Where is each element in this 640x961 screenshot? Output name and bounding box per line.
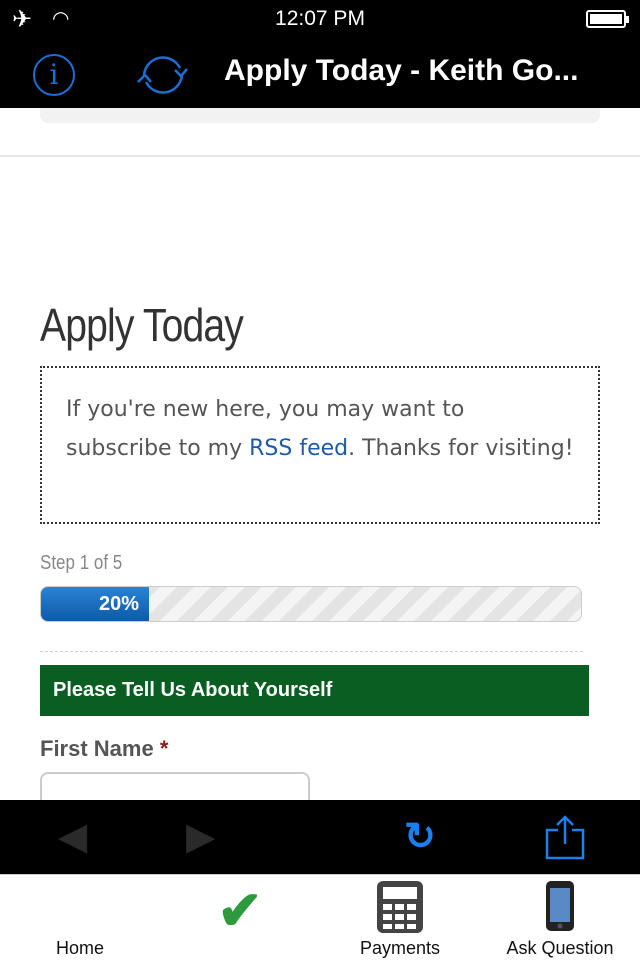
tab-apply[interactable]: ✔ xyxy=(160,875,320,961)
required-mark: * xyxy=(159,736,169,761)
divider xyxy=(0,155,640,157)
browser-toolbar: ◀ ▶ ↻ xyxy=(0,800,640,874)
rss-notice: If you're new here, you may want to subs… xyxy=(40,366,600,524)
phone-icon xyxy=(546,881,574,931)
checkmark-icon: ✔ xyxy=(217,881,263,941)
back-icon[interactable]: ◀ xyxy=(58,814,87,859)
divider xyxy=(40,651,583,652)
info-icon[interactable]: i xyxy=(33,54,75,96)
tab-label: Payments xyxy=(359,938,441,958)
tab-bar: Home ✔ Payments Ask Question xyxy=(0,874,640,960)
tab-ask-question[interactable]: Ask Question xyxy=(480,875,640,961)
section-header: Please Tell Us About Yourself xyxy=(40,665,589,716)
header-bar xyxy=(40,108,600,123)
first-name-label: First Name * xyxy=(40,736,168,762)
progress-bar: 20% xyxy=(40,586,582,622)
tab-payments[interactable]: Payments xyxy=(320,875,480,961)
forward-icon[interactable]: ▶ xyxy=(186,814,215,859)
progress-fill: 20% xyxy=(41,587,149,621)
status-bar: ✈ ◠ 12:07 PM xyxy=(0,0,640,40)
reload-icon[interactable]: ↻ xyxy=(404,814,436,859)
first-name-text: First Name xyxy=(40,736,154,761)
share-icon[interactable] xyxy=(544,814,586,860)
first-name-input[interactable] xyxy=(40,772,310,800)
tab-label: Ask Question xyxy=(506,938,614,958)
web-content[interactable]: Apply Today If you're new here, you may … xyxy=(0,108,640,800)
notice-text-end: . Thanks for visiting! xyxy=(348,436,574,461)
battery-icon xyxy=(586,10,629,28)
step-indicator: Step 1 of 5 xyxy=(40,552,123,574)
tab-home[interactable]: Home xyxy=(0,875,160,961)
rss-feed-link[interactable]: RSS feed xyxy=(249,436,348,461)
sync-icon[interactable] xyxy=(136,50,190,100)
heading: Apply Today xyxy=(40,299,244,351)
tab-label: Home xyxy=(55,938,104,958)
nav-bar: i Apply Today - Keith Go... xyxy=(0,40,640,108)
page-title: Apply Today - Keith Go... xyxy=(224,54,579,87)
status-time: 12:07 PM xyxy=(275,7,365,30)
calculator-icon xyxy=(377,881,423,933)
